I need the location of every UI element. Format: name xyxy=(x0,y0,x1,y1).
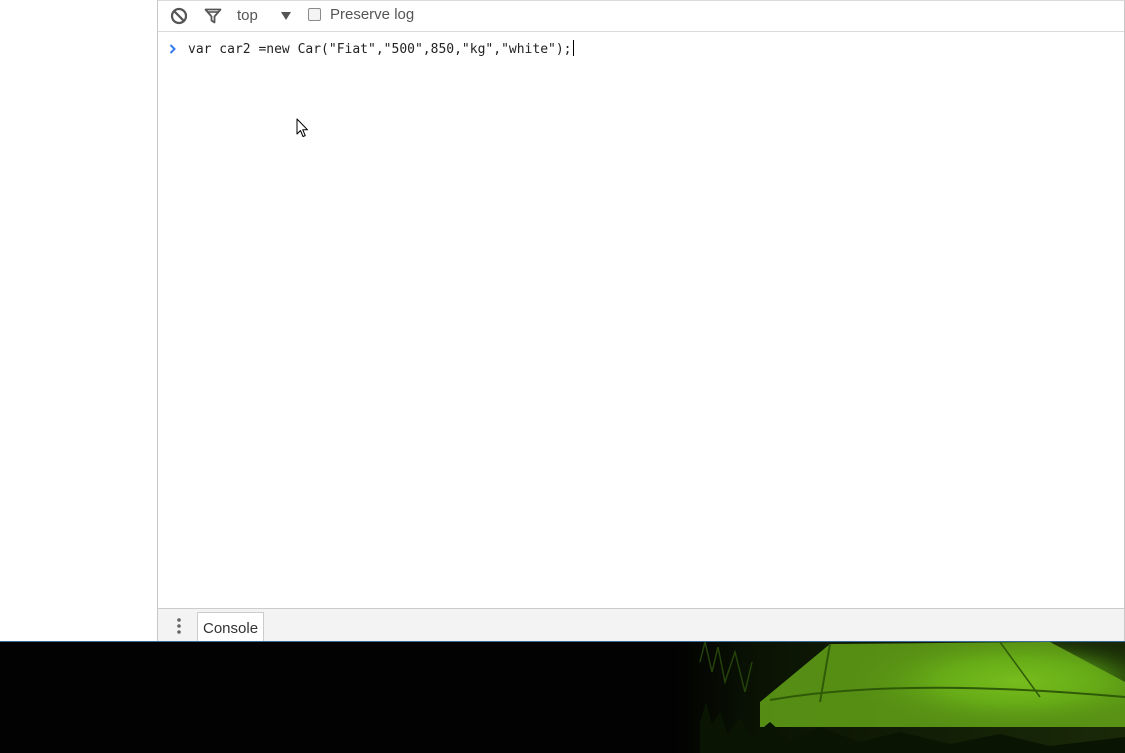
screen: top Preserve log var car2 =new Car("Fiat… xyxy=(0,0,1125,753)
preserve-log-control[interactable]: Preserve log xyxy=(308,6,414,23)
clear-console-icon[interactable] xyxy=(168,5,190,27)
text-caret xyxy=(572,40,574,56)
page-content-pane xyxy=(0,0,158,641)
preserve-log-label: Preserve log xyxy=(330,6,415,23)
console-prompt[interactable]: var car2 =new Car("Fiat","500",850,"kg",… xyxy=(158,38,1124,58)
more-vertical-icon[interactable] xyxy=(169,616,189,636)
tent-photo xyxy=(0,642,1125,753)
mouse-pointer-icon xyxy=(296,118,310,138)
console-output-area[interactable]: var car2 =new Car("Fiat","500",850,"kg",… xyxy=(158,32,1124,608)
background-photo-strip xyxy=(0,641,1125,753)
context-selector-label[interactable]: top xyxy=(237,7,258,24)
drawer-tab-bar: Console xyxy=(158,608,1124,643)
console-toolbar: top Preserve log xyxy=(158,1,1124,32)
filter-icon[interactable] xyxy=(202,5,224,27)
chevron-right-icon xyxy=(168,41,178,55)
tab-console[interactable]: Console xyxy=(197,612,265,643)
devtools-panel: top Preserve log var car2 =new Car("Fiat… xyxy=(158,0,1125,643)
dropdown-arrow-icon[interactable] xyxy=(279,8,293,22)
preserve-log-checkbox[interactable] xyxy=(308,8,321,21)
console-input-text[interactable]: var car2 =new Car("Fiat","500",850,"kg",… xyxy=(188,40,574,57)
